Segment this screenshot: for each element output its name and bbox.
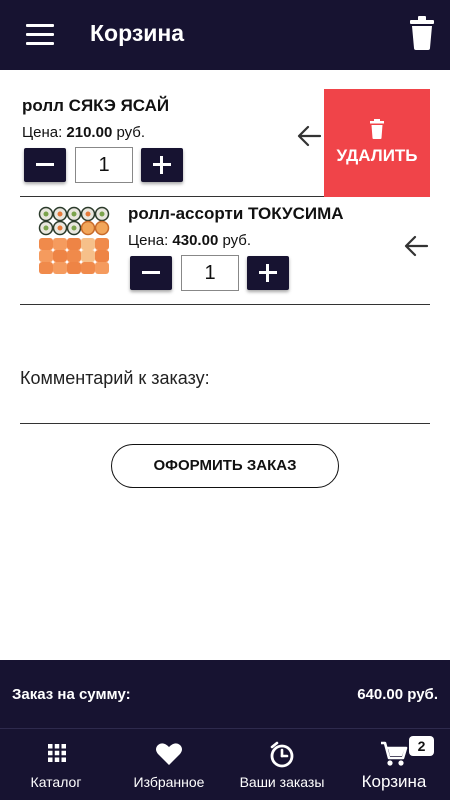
price-value: 210.00 (66, 124, 113, 141)
arrow-left-icon[interactable] (296, 125, 322, 147)
comment-field[interactable] (20, 423, 430, 424)
nav-label: Корзина (361, 772, 427, 791)
nav-item-favorites[interactable]: Избранное (124, 729, 214, 800)
quantity-stepper: 1 (130, 255, 289, 291)
quantity-field[interactable]: 1 (75, 147, 133, 183)
trash-icon (370, 119, 384, 139)
delete-label: УДАЛИТЬ (336, 146, 418, 165)
price-label: Цена: (128, 232, 169, 249)
decrease-button[interactable] (130, 256, 172, 290)
product-image (38, 206, 110, 276)
app-bar: Корзина (0, 0, 450, 70)
minus-icon (36, 163, 54, 166)
arrow-left-icon[interactable] (403, 235, 429, 257)
delete-button[interactable]: УДАЛИТЬ (324, 89, 430, 197)
cart-icon (381, 741, 408, 766)
quantity-stepper: 1 (24, 147, 183, 183)
page-title: Корзина (90, 20, 185, 46)
summary-label: Заказ на сумму: (12, 686, 131, 703)
increase-button[interactable] (141, 148, 183, 182)
nav-item-catalog[interactable]: Каталог (18, 729, 94, 800)
nav-label: Ваши заказы (239, 774, 325, 790)
cart-item: ролл-ассорти ТОКУСИМА Цена: 430.00 руб. … (20, 198, 430, 305)
item-name: ролл СЯКЭ ЯСАЙ (22, 96, 170, 115)
nav-item-orders[interactable]: Ваши заказы (228, 729, 336, 800)
summary-total: 640.00 руб. (357, 686, 438, 703)
nav-label: Каталог (30, 774, 82, 790)
menu-icon[interactable] (26, 24, 54, 45)
item-name: ролл-ассорти ТОКУСИМА (128, 204, 344, 223)
order-summary: Заказ на сумму: 640.00 руб. (0, 660, 450, 728)
grid-icon (48, 744, 66, 762)
price-value: 430.00 (172, 232, 219, 249)
item-price: Цена: 430.00 руб. (128, 232, 251, 249)
bottom-nav: Каталог Избранное Ваши заказы 2 Корзина (0, 729, 450, 800)
minus-icon (142, 271, 160, 274)
quantity-field[interactable]: 1 (181, 255, 239, 291)
heart-icon (156, 743, 182, 765)
trash-icon[interactable] (408, 16, 436, 50)
price-currency: руб. (116, 124, 146, 141)
item-price: Цена: 210.00 руб. (22, 124, 145, 141)
comment-label: Комментарий к заказу: (20, 368, 210, 388)
decrease-button[interactable] (24, 148, 66, 182)
increase-button[interactable] (247, 256, 289, 290)
nav-item-cart[interactable]: 2 Корзина (352, 729, 436, 800)
nav-label: Избранное (133, 774, 205, 790)
price-label: Цена: (22, 124, 63, 141)
checkout-button[interactable]: ОФОРМИТЬ ЗАКАЗ (111, 444, 339, 488)
orders-icon (270, 741, 294, 768)
price-currency: руб. (222, 232, 252, 249)
cart-count-badge: 2 (409, 736, 434, 756)
